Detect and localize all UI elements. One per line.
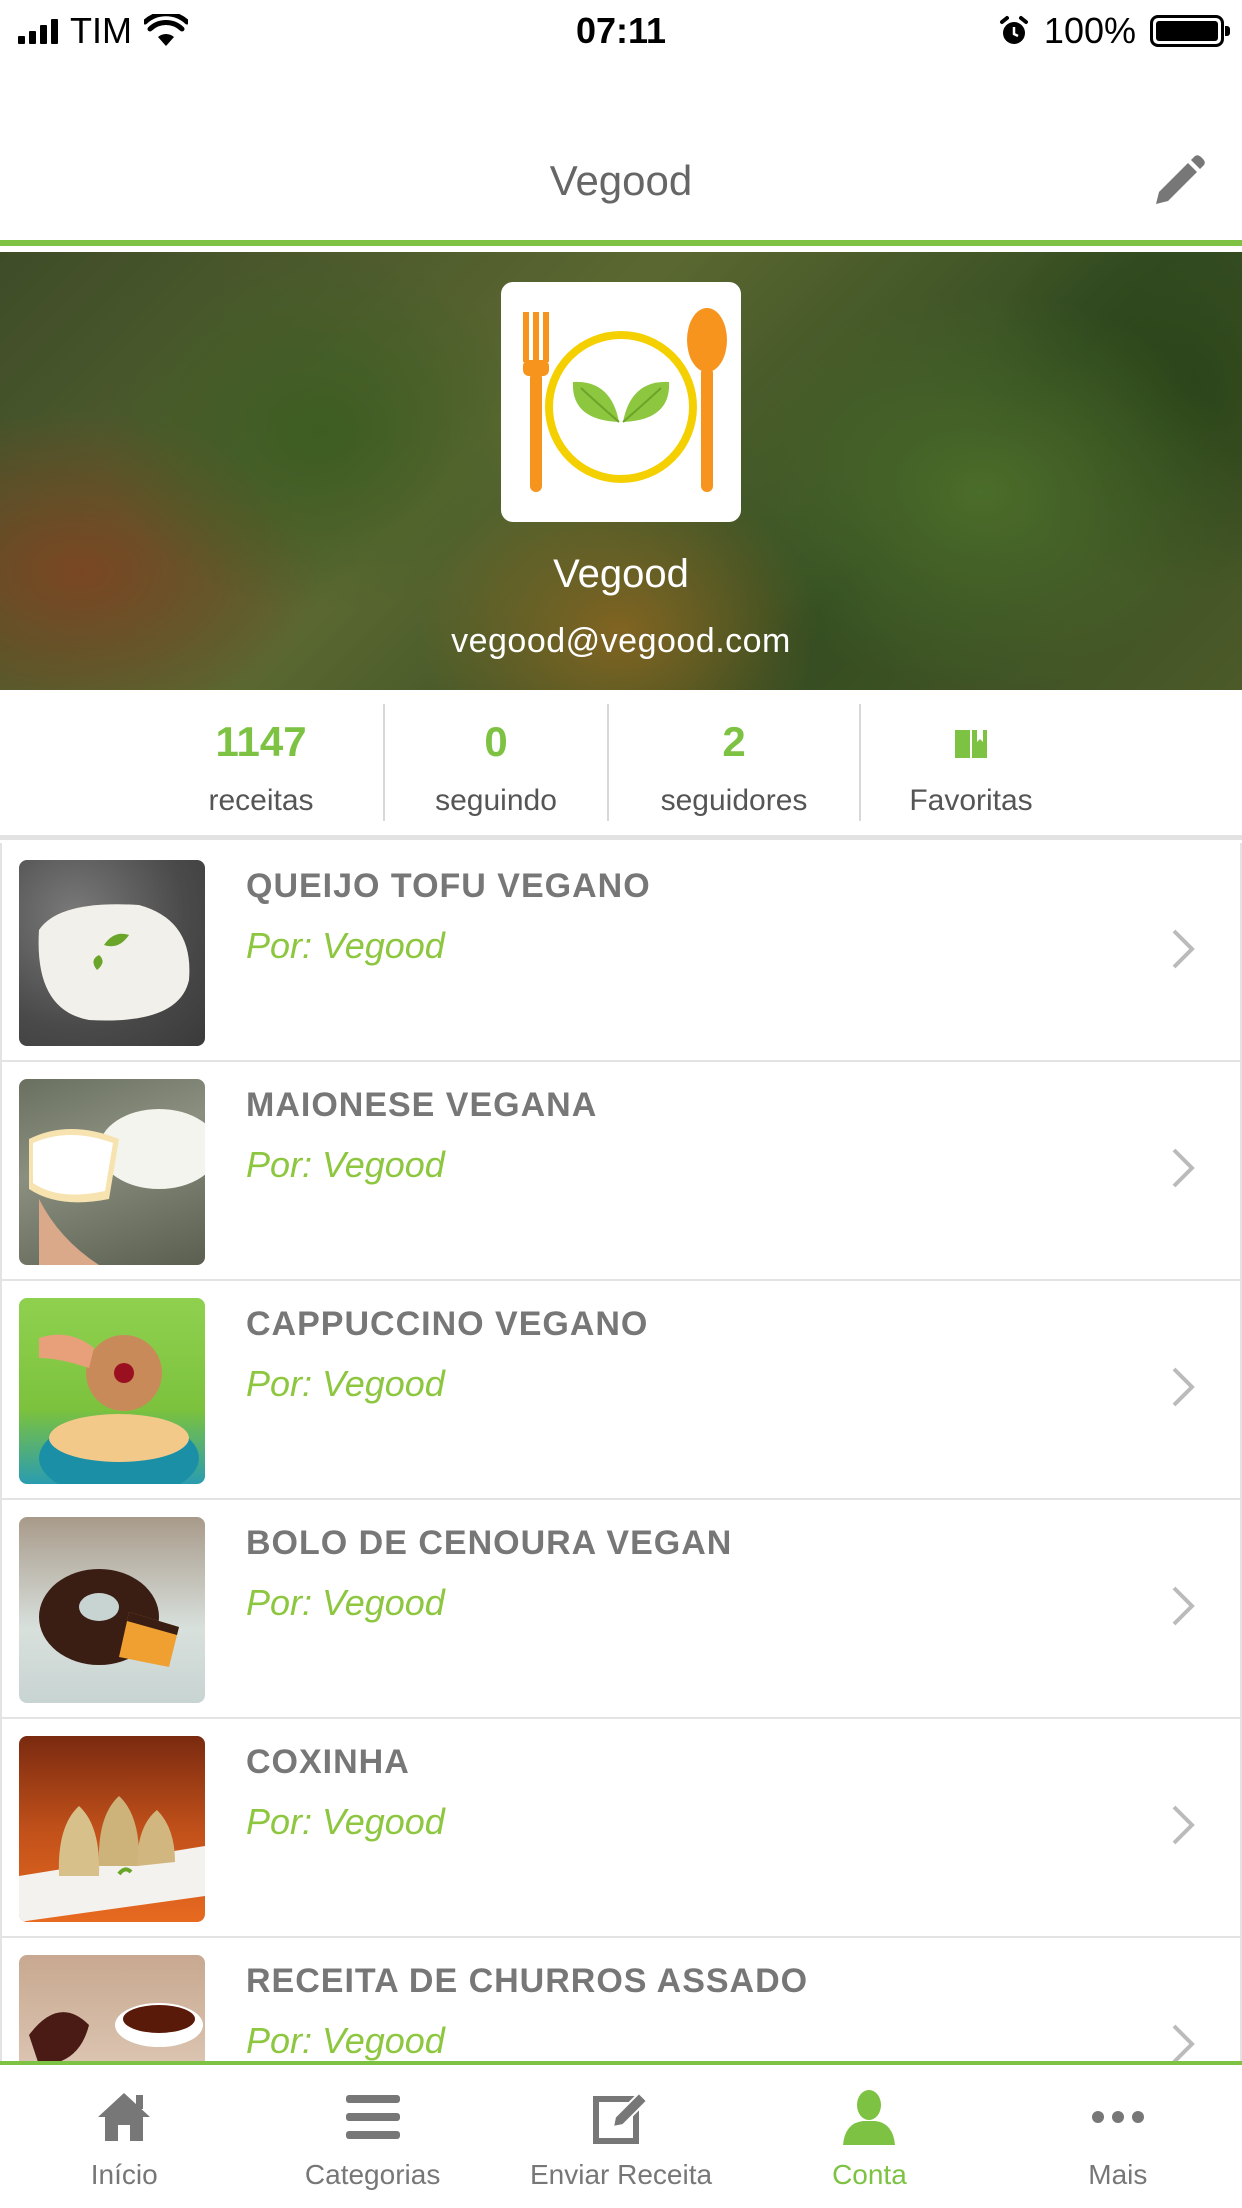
tab-label: Início [90,2159,158,2190]
edit-icon [593,2091,649,2144]
page-title: Vegood [549,157,693,204]
chevron-right-icon [1172,1805,1195,1845]
status-bar: TIM 07:11 100% [0,0,1242,62]
carrier-label: TIM [70,10,132,51]
recipe-title: BOLO DE CENOURA VEGAN [246,1524,733,1562]
stat-label: Favoritas [909,783,1033,817]
list-item[interactable]: CAPPUCCINO VEGANO Por: Vegood [0,1281,1242,1500]
recipe-title: MAIONESE VEGANA [246,1086,598,1124]
chevron-right-icon [1172,1586,1195,1626]
stat-label: seguidores [660,783,808,817]
pencil-icon[interactable] [1150,154,1206,210]
profile-name: Vegood [553,552,689,596]
list-item[interactable]: MAIONESE VEGANA Por: Vegood [0,1062,1242,1281]
tab-label: Categorias [304,2159,441,2190]
chevron-right-icon [1172,1367,1195,1407]
vegood-logo-icon [523,308,727,492]
stat-label: receitas [208,783,314,817]
chevron-right-icon [1172,929,1195,969]
stat-seguidores[interactable]: 2 seguidores [609,690,859,835]
chevron-right-icon [1172,1148,1195,1188]
status-right: 100% [998,10,1230,52]
recipe-thumbnail [19,1298,205,1484]
recipe-thumbnail [19,1955,205,2061]
profile-header: Vegood vegood@vegood.com [0,252,1242,690]
more-icon [1091,2111,1144,2123]
recipe-author: Por: Vegood [246,2020,445,2061]
recipe-author: Por: Vegood [246,1801,445,1842]
recipe-title: CAPPUCCINO VEGANO [246,1305,649,1343]
tab-bar: Início Categorias Enviar Receita Conta M… [0,2061,1242,2208]
recipe-title: QUEIJO TOFU VEGANO [246,867,651,905]
recipe-thumbnail [19,1736,205,1922]
tab-categorias[interactable]: Categorias [248,2065,496,2208]
menu-icon [345,2095,400,2139]
profile-email: vegood@vegood.com [451,622,791,660]
recipe-thumbnail [19,860,205,1046]
recipe-author: Por: Vegood [246,1363,445,1404]
nav-bar: Vegood [0,62,1242,246]
recipe-thumbnail [19,1517,205,1703]
stat-value: 1147 [215,717,307,765]
home-icon [98,2093,151,2141]
status-left: TIM [18,10,188,52]
tab-label: Conta [832,2159,907,2190]
book-icon [955,729,987,758]
tab-conta[interactable]: Conta [745,2065,993,2208]
battery-icon [1150,15,1230,47]
stat-value: 0 [484,717,508,765]
signal-icon [18,18,58,44]
list-item[interactable]: QUEIJO TOFU VEGANO Por: Vegood [0,843,1242,1062]
list-item[interactable]: RECEITA DE CHURROS ASSADO Por: Vegood [0,1938,1242,2061]
tab-enviar-receita[interactable]: Enviar Receita [497,2065,745,2208]
list-item[interactable]: BOLO DE CENOURA VEGAN Por: Vegood [0,1500,1242,1719]
stat-value: 2 [722,717,746,765]
recipe-thumbnail [19,1079,205,1265]
stat-seguindo[interactable]: 0 seguindo [385,690,607,835]
recipe-author: Por: Vegood [246,1582,445,1623]
recipe-author: Por: Vegood [246,1144,445,1185]
tab-mais[interactable]: Mais [994,2065,1242,2208]
wifi-icon [143,14,188,46]
user-icon [843,2090,896,2145]
tab-label: Mais [1088,2159,1148,2190]
tab-inicio[interactable]: Início [0,2065,248,2208]
stat-favoritas[interactable]: Favoritas [861,690,1081,835]
recipe-list: QUEIJO TOFU VEGANO Por: Vegood MAIONESE … [0,843,1242,2061]
battery-percent: 100% [1043,10,1136,51]
stat-receitas[interactable]: 1147 receitas [161,690,361,835]
recipe-title: COXINHA [246,1743,410,1781]
profile-stats: 1147 receitas 0 seguindo 2 seguidores Fa… [0,690,1242,840]
list-item[interactable]: COXINHA Por: Vegood [0,1719,1242,1938]
tab-label: Enviar Receita [529,2159,713,2190]
stat-label: seguindo [435,783,557,817]
chevron-right-icon [1172,2024,1195,2061]
recipe-title: RECEITA DE CHURROS ASSADO [246,1962,809,2000]
alarm-icon [999,16,1028,44]
recipe-author: Por: Vegood [246,925,445,966]
profile-logo [501,282,741,522]
